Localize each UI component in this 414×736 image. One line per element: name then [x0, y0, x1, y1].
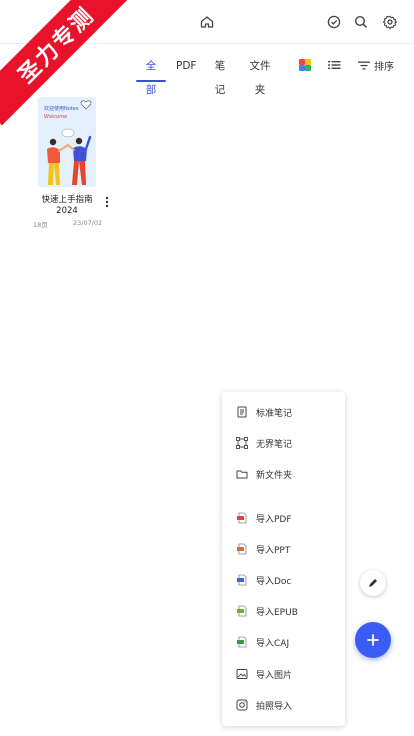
file-title-line1: 快速上手指南 [41, 195, 93, 205]
tab-folders[interactable]: 文件夹 [245, 54, 275, 96]
tab-pdf[interactable]: PDF [176, 54, 196, 82]
doc-file-icon [235, 573, 249, 587]
sort-icon [358, 61, 370, 69]
image-icon [235, 667, 249, 681]
more-options-icon[interactable] [101, 195, 113, 209]
color-palette-icon[interactable] [299, 56, 311, 74]
camera-icon [235, 698, 249, 712]
cover-subtext: Welcome [44, 114, 67, 120]
folder-icon [235, 467, 249, 481]
add-fab-button[interactable] [355, 622, 391, 658]
ppt-file-icon [235, 542, 249, 556]
menu-item-import-caj[interactable]: 导入CAJ [222, 630, 345, 654]
file-card-cover[interactable]: 欢迎使用Notes Welcome [38, 97, 96, 187]
menu-item-infinite-note[interactable]: 无界笔记 [222, 431, 345, 455]
menu-item-import-epub[interactable]: 导入EPUB [222, 599, 345, 623]
edit-fab-button[interactable] [360, 570, 386, 596]
file-date: 23/07/02 [73, 219, 103, 227]
menu-item-import-image[interactable]: 导入图片 [222, 662, 345, 686]
settings-icon[interactable] [379, 11, 401, 33]
sort-label: 排序 [374, 61, 394, 73]
tab-notes[interactable]: 笔记 [210, 54, 230, 96]
menu-item-new-folder[interactable]: 新文件夹 [222, 462, 345, 486]
file-page-count: 18页 [33, 221, 48, 229]
epub-file-icon [235, 604, 249, 618]
search-icon[interactable] [350, 11, 372, 33]
plus-icon [367, 634, 379, 646]
list-view-icon[interactable] [328, 56, 341, 74]
home-icon[interactable] [196, 11, 218, 33]
menu-item-import-pdf[interactable]: 导入PDF [222, 506, 345, 530]
menu-item-camera-import[interactable]: 拍照导入 [222, 693, 345, 717]
file-title[interactable]: 快速上手指南 2024 [30, 195, 104, 217]
pencil-icon [369, 579, 377, 587]
menu-item-import-doc[interactable]: 导入Doc [222, 568, 345, 592]
check-circle-icon[interactable] [323, 11, 345, 33]
cover-text: 欢迎使用Notes [44, 105, 79, 112]
menu-item-standard-note[interactable]: 标准笔记 [222, 400, 345, 424]
create-menu: 标准笔记 无界笔记 新文件夹 导入PDF 导入PPT 导入Doc 导入EPUB … [222, 392, 345, 726]
menu-item-import-ppt[interactable]: 导入PPT [222, 537, 345, 561]
document-icon [235, 405, 249, 419]
sort-button[interactable]: 排序 [358, 56, 394, 74]
tab-all[interactable]: 全部 [136, 54, 166, 96]
infinite-canvas-icon [235, 436, 249, 450]
file-title-line2: 2024 [56, 206, 78, 216]
caj-file-icon [235, 635, 249, 649]
pdf-file-icon [235, 511, 249, 525]
